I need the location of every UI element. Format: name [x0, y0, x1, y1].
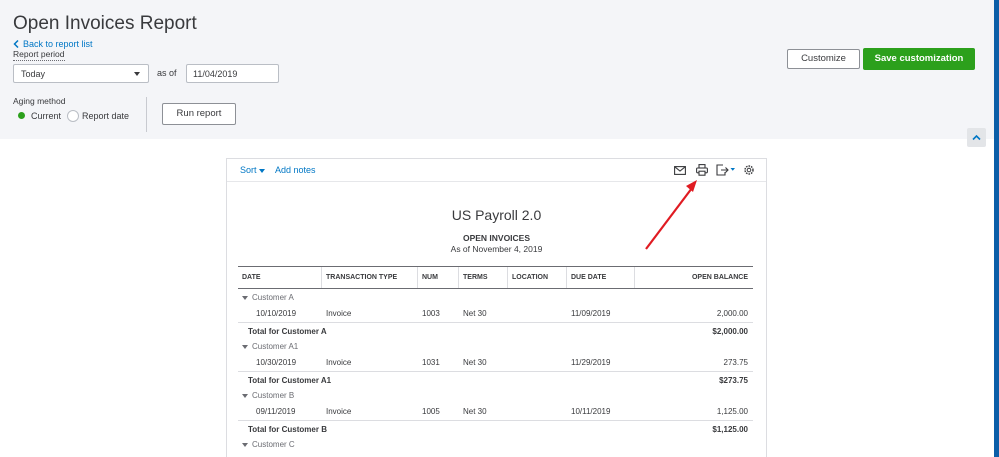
customer-group-row[interactable]: Customer A — [238, 290, 753, 306]
cell-open-balance: 1,125.00 — [716, 407, 748, 416]
total-label: Total for Customer A1 — [248, 376, 332, 385]
chevron-down-icon — [258, 168, 265, 173]
sort-dropdown[interactable]: Sort — [240, 165, 265, 175]
report-period-select[interactable]: Today — [13, 64, 149, 83]
chevron-down-icon[interactable] — [242, 442, 248, 447]
cell-type: Invoice — [326, 309, 352, 318]
report-period-label: Report period — [13, 49, 65, 61]
cell-type: Invoice — [326, 407, 352, 416]
aging-report-date-label: Report date — [82, 111, 130, 121]
column-header-open-balance[interactable]: OPEN BALANCE — [635, 267, 753, 288]
table-row[interactable]: 10/10/2019 Invoice 1003 Net 30 11/09/201… — [238, 306, 753, 322]
chevron-down-icon — [134, 72, 140, 76]
print-icon[interactable] — [696, 164, 708, 176]
report-table: DATE TRANSACTION TYPE NUM TERMS LOCATION… — [238, 266, 753, 453]
run-report-button[interactable]: Run report — [162, 103, 236, 125]
report-settings-panel: Open Invoices Report Back to report list… — [0, 0, 999, 139]
column-header-num[interactable]: NUM — [418, 267, 459, 288]
aging-current-radio[interactable] — [16, 110, 28, 122]
as-of-date-input[interactable]: 11/04/2019 — [186, 64, 279, 83]
table-row[interactable]: 09/11/2019 Invoice 1005 Net 30 10/11/201… — [238, 404, 753, 420]
cell-terms: Net 30 — [463, 407, 487, 416]
column-header-location[interactable]: LOCATION — [508, 267, 567, 288]
chevron-up-icon — [972, 134, 981, 141]
collapse-panel-button[interactable] — [967, 128, 986, 147]
report-card: Sort Add notes US Payroll 2.0 OPEN INVOI… — [226, 158, 767, 457]
settings-icon[interactable] — [743, 164, 755, 176]
chevron-down-icon[interactable] — [242, 393, 248, 398]
aging-current-label: Current — [31, 111, 62, 121]
total-label: Total for Customer B — [248, 425, 327, 434]
cell-num: 1031 — [422, 358, 440, 367]
customer-group-row[interactable]: Customer C — [238, 437, 753, 453]
customer-group-row[interactable]: Customer A1 — [238, 339, 753, 355]
cell-due-date: 11/29/2019 — [571, 358, 611, 367]
aging-report-date-radio[interactable] — [67, 110, 80, 122]
cell-num: 1005 — [422, 407, 440, 416]
total-row: Total for Customer A $2,000.00 — [238, 322, 753, 339]
column-header-due-date[interactable]: DUE DATE — [567, 267, 635, 288]
chevron-down-icon[interactable] — [242, 344, 248, 349]
customize-button[interactable]: Customize — [787, 49, 860, 69]
customer-name: Customer B — [252, 391, 295, 400]
company-name: US Payroll 2.0 — [451, 207, 542, 223]
chevron-down-icon[interactable] — [242, 295, 248, 300]
total-row: Total for Customer B $1,125.00 — [238, 420, 753, 437]
cell-terms: Net 30 — [463, 309, 487, 318]
chevron-left-icon — [13, 40, 19, 48]
report-period-value: Today — [21, 69, 46, 79]
customer-group-row[interactable]: Customer B — [238, 388, 753, 404]
customer-name: Customer C — [252, 440, 295, 449]
total-label: Total for Customer A — [248, 327, 327, 336]
customer-name: Customer A — [252, 293, 294, 302]
back-link-label: Back to report list — [23, 39, 93, 49]
cell-date: 10/30/2019 — [256, 358, 297, 367]
cell-due-date: 10/11/2019 — [571, 407, 611, 416]
cell-date: 10/10/2019 — [256, 309, 297, 318]
scrollbar[interactable] — [994, 0, 999, 457]
cell-date: 09/11/2019 — [256, 407, 296, 416]
total-amount[interactable]: $273.75 — [635, 372, 748, 389]
customer-name: Customer A1 — [252, 342, 299, 351]
aging-method-label: Aging method — [13, 96, 66, 106]
aging-method-options: Current Report date — [16, 110, 135, 122]
cell-open-balance: 2,000.00 — [716, 309, 748, 318]
page-title: Open Invoices Report — [13, 13, 197, 34]
email-icon[interactable] — [674, 166, 686, 175]
as-of-label: as of — [157, 68, 177, 78]
column-header-date[interactable]: DATE — [238, 267, 322, 288]
report-toolbar: Sort Add notes — [227, 159, 766, 182]
report-as-of-date: As of November 4, 2019 — [450, 244, 543, 254]
save-customization-button[interactable]: Save customization — [863, 48, 975, 70]
report-name: OPEN INVOICES — [462, 233, 531, 243]
column-header-terms[interactable]: TERMS — [459, 267, 508, 288]
cell-due-date: 11/09/2019 — [571, 309, 611, 318]
table-row[interactable]: 10/30/2019 Invoice 1031 Net 30 11/29/201… — [238, 355, 753, 371]
total-row: Total for Customer A1 $273.75 — [238, 371, 753, 388]
total-amount[interactable]: $2,000.00 — [635, 323, 748, 340]
sort-label: Sort — [240, 165, 257, 175]
column-header-transaction-type[interactable]: TRANSACTION TYPE — [322, 267, 418, 288]
total-amount[interactable]: $1,125.00 — [635, 421, 748, 438]
back-to-report-list-link[interactable]: Back to report list — [13, 39, 93, 49]
export-icon[interactable] — [716, 164, 736, 176]
divider — [146, 97, 147, 132]
table-header: DATE TRANSACTION TYPE NUM TERMS LOCATION… — [238, 266, 753, 289]
cell-num: 1003 — [422, 309, 440, 318]
cell-terms: Net 30 — [463, 358, 487, 367]
cell-type: Invoice — [326, 358, 352, 367]
add-notes-link[interactable]: Add notes — [275, 165, 316, 175]
cell-open-balance: 273.75 — [723, 358, 748, 367]
